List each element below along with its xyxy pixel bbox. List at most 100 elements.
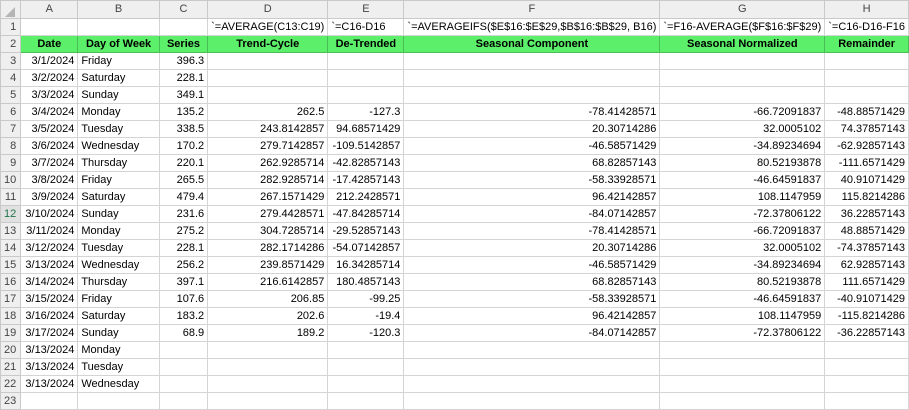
header-cell-d[interactable]: Trend-Cycle xyxy=(207,35,329,53)
cell-h18[interactable]: -115.8214286 xyxy=(824,307,909,325)
column-header-a[interactable]: A xyxy=(20,0,79,19)
cell-d12[interactable]: 279.4428571 xyxy=(207,205,329,223)
cell-e13[interactable]: -29.52857143 xyxy=(327,222,405,240)
cell-a3[interactable]: 3/1/2024 xyxy=(20,52,79,70)
row-header-5[interactable]: 5 xyxy=(0,86,22,104)
cell-a8[interactable]: 3/6/2024 xyxy=(20,137,79,155)
cell-h6[interactable]: -48.88571429 xyxy=(824,103,909,121)
cell-f8[interactable]: -46.58571429 xyxy=(403,137,661,155)
cell-d8[interactable]: 279.7142857 xyxy=(207,137,329,155)
cell-e5[interactable] xyxy=(327,86,405,104)
row-header-2[interactable]: 2 xyxy=(0,35,22,53)
cell-h1[interactable]: `=C16-D16-F16 xyxy=(824,18,909,36)
cell-g9[interactable]: 80.52193878 xyxy=(659,154,826,172)
cell-g3[interactable] xyxy=(659,52,826,70)
cell-g17[interactable]: -46.64591837 xyxy=(659,290,826,308)
cell-a20[interactable]: 3/13/2024 xyxy=(20,341,79,359)
cell-g19[interactable]: -72.37806122 xyxy=(659,324,826,342)
row-header-6[interactable]: 6 xyxy=(0,103,22,121)
column-header-b[interactable]: B xyxy=(77,0,160,19)
cell-a17[interactable]: 3/15/2024 xyxy=(20,290,79,308)
cell-b19[interactable]: Sunday xyxy=(77,324,160,342)
cell-b17[interactable]: Friday xyxy=(77,290,160,308)
cell-d9[interactable]: 262.9285714 xyxy=(207,154,329,172)
header-cell-g[interactable]: Seasonal Normalized xyxy=(659,35,826,53)
cell-c14[interactable]: 228.1 xyxy=(158,239,209,257)
cell-a4[interactable]: 3/2/2024 xyxy=(20,69,79,87)
cell-e19[interactable]: -120.3 xyxy=(327,324,405,342)
row-header-21[interactable]: 21 xyxy=(0,358,22,376)
cell-a13[interactable]: 3/11/2024 xyxy=(20,222,79,240)
cell-g4[interactable] xyxy=(659,69,826,87)
cell-d3[interactable] xyxy=(207,52,329,70)
cell-a19[interactable]: 3/17/2024 xyxy=(20,324,79,342)
row-header-10[interactable]: 10 xyxy=(0,171,22,189)
cell-g7[interactable]: 32.0005102 xyxy=(659,120,826,138)
cell-h19[interactable]: -36.22857143 xyxy=(824,324,909,342)
cell-e21[interactable] xyxy=(327,358,405,376)
cell-d4[interactable] xyxy=(207,69,329,87)
cell-f19[interactable]: -84.07142857 xyxy=(403,324,661,342)
header-cell-c[interactable]: Series xyxy=(158,35,209,53)
cell-e9[interactable]: -42.82857143 xyxy=(327,154,405,172)
cell-d7[interactable]: 243.8142857 xyxy=(207,120,329,138)
cell-h16[interactable]: 111.6571429 xyxy=(824,273,909,291)
cell-c4[interactable]: 228.1 xyxy=(158,69,209,87)
cell-a12[interactable]: 3/10/2024 xyxy=(20,205,79,223)
cell-h12[interactable]: 36.22857143 xyxy=(824,205,909,223)
cell-b12[interactable]: Sunday xyxy=(77,205,160,223)
column-header-e[interactable]: E xyxy=(327,0,405,19)
cell-a10[interactable]: 3/8/2024 xyxy=(20,171,79,189)
cell-d14[interactable]: 282.1714286 xyxy=(207,239,329,257)
header-cell-b[interactable]: Day of Week xyxy=(77,35,160,53)
column-header-h[interactable]: H xyxy=(824,0,909,19)
cell-h9[interactable]: -111.6571429 xyxy=(824,154,909,172)
row-header-7[interactable]: 7 xyxy=(0,120,22,138)
cell-b9[interactable]: Thursday xyxy=(77,154,160,172)
column-header-f[interactable]: F xyxy=(403,0,661,19)
cell-a21[interactable]: 3/13/2024 xyxy=(20,358,79,376)
cell-e8[interactable]: -109.5142857 xyxy=(327,137,405,155)
row-header-8[interactable]: 8 xyxy=(0,137,22,155)
cell-e18[interactable]: -19.4 xyxy=(327,307,405,325)
select-all-corner[interactable] xyxy=(0,0,22,19)
cell-b8[interactable]: Wednesday xyxy=(77,137,160,155)
cell-a7[interactable]: 3/5/2024 xyxy=(20,120,79,138)
cell-f20[interactable] xyxy=(403,341,661,359)
cell-a15[interactable]: 3/13/2024 xyxy=(20,256,79,274)
cell-d1[interactable]: `=AVERAGE(C13:C19) xyxy=(207,18,329,36)
cell-b14[interactable]: Tuesday xyxy=(77,239,160,257)
row-header-9[interactable]: 9 xyxy=(0,154,22,172)
row-header-16[interactable]: 16 xyxy=(0,273,22,291)
header-cell-e[interactable]: De-Trended xyxy=(327,35,405,53)
cell-b3[interactable]: Friday xyxy=(77,52,160,70)
cell-d21[interactable] xyxy=(207,358,329,376)
cell-e23[interactable] xyxy=(327,392,405,410)
cell-g23[interactable] xyxy=(659,392,826,410)
cell-b23[interactable] xyxy=(77,392,160,410)
cell-c16[interactable]: 397.1 xyxy=(158,273,209,291)
cell-c12[interactable]: 231.6 xyxy=(158,205,209,223)
cell-e12[interactable]: -47.84285714 xyxy=(327,205,405,223)
cell-d5[interactable] xyxy=(207,86,329,104)
cell-e22[interactable] xyxy=(327,375,405,393)
cell-h23[interactable] xyxy=(824,392,909,410)
cell-d20[interactable] xyxy=(207,341,329,359)
cell-h7[interactable]: 74.37857143 xyxy=(824,120,909,138)
cell-c18[interactable]: 183.2 xyxy=(158,307,209,325)
row-header-13[interactable]: 13 xyxy=(0,222,22,240)
cell-b15[interactable]: Wednesday xyxy=(77,256,160,274)
cell-f14[interactable]: 20.30714286 xyxy=(403,239,661,257)
cell-a16[interactable]: 3/14/2024 xyxy=(20,273,79,291)
cell-a18[interactable]: 3/16/2024 xyxy=(20,307,79,325)
cell-f11[interactable]: 96.42142857 xyxy=(403,188,661,206)
cell-e14[interactable]: -54.07142857 xyxy=(327,239,405,257)
cell-b20[interactable]: Monday xyxy=(77,341,160,359)
cell-b7[interactable]: Tuesday xyxy=(77,120,160,138)
cell-d10[interactable]: 282.9285714 xyxy=(207,171,329,189)
cell-f6[interactable]: -78.41428571 xyxy=(403,103,661,121)
cell-f12[interactable]: -84.07142857 xyxy=(403,205,661,223)
cell-f17[interactable]: -58.33928571 xyxy=(403,290,661,308)
row-header-20[interactable]: 20 xyxy=(0,341,22,359)
cell-e6[interactable]: -127.3 xyxy=(327,103,405,121)
